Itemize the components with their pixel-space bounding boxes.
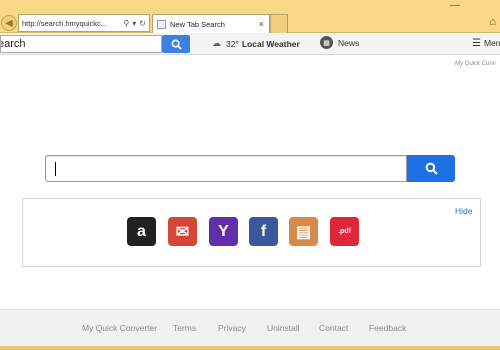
weather-icon: ☁: [212, 38, 221, 48]
footer: My Quick Converter Terms Privacy Uninstall C…: [0, 309, 500, 346]
gmail-app-icon[interactable]: ✉: [168, 217, 197, 246]
weather-label: Local Weather: [241, 38, 300, 49]
search-icon: [425, 162, 438, 175]
hamburger-icon: ☰: [472, 38, 481, 49]
pdf-app-icon[interactable]: .pdf: [330, 217, 359, 246]
footer-link-uninstall[interactable]: Uninstall: [267, 323, 300, 333]
apps-panel: Hide a ✉ Yf ▤ .pdf: [22, 198, 481, 267]
menu-label: Menu: [483, 38, 500, 48]
tab-new-tab-search[interactable]: New Tab Search ×: [152, 14, 270, 33]
footer-link-feedback[interactable]: Feedback: [369, 323, 406, 333]
facebook-app-icon[interactable]: f: [249, 217, 278, 246]
back-arrow-icon: ◀: [5, 17, 13, 29]
news-icon: ▦: [320, 36, 333, 49]
weather-widget[interactable]: ☁ 32° Local Weather: [212, 38, 300, 49]
page-favicon-icon: [157, 19, 166, 29]
text-caret: [55, 162, 56, 176]
page-content: earch ☁ 32° Local Weather ▦ News ☰Menu M…: [0, 33, 500, 346]
tab-title: New Tab Search: [170, 19, 225, 29]
browser-chrome: — ◀ http://search.hmyquickc... ⚲ ▾ ↻ New…: [0, 0, 500, 33]
main-search-input[interactable]: [45, 155, 407, 182]
home-icon[interactable]: ⌂: [489, 16, 496, 28]
address-bar[interactable]: http://search.hmyquickc... ⚲ ▾ ↻: [18, 14, 150, 32]
amazon-app-icon[interactable]: a: [127, 217, 156, 246]
news-label: News: [338, 37, 360, 48]
weather-temp: 32°: [226, 38, 239, 49]
address-text: http://search.hmyquickc...: [22, 18, 108, 28]
dropdown-icon[interactable]: ▾: [132, 19, 136, 28]
top-toolbar: earch ☁ 32° Local Weather ▦ News ☰Menu: [0, 33, 500, 55]
close-tab-icon[interactable]: ×: [259, 19, 264, 29]
bottom-strip: [0, 346, 500, 350]
footer-link-contact[interactable]: Contact: [319, 323, 348, 333]
brand-tagline: My Quick Conv: [455, 61, 496, 67]
back-button[interactable]: ◀: [1, 15, 17, 31]
footer-link-my-quick-converter[interactable]: My Quick Converter: [82, 323, 157, 333]
menu-button[interactable]: ☰Menu: [472, 38, 500, 49]
search-icon: [171, 39, 182, 50]
footer-link-privacy[interactable]: Privacy: [218, 323, 246, 333]
yahoo-app-icon[interactable]: Y: [209, 217, 238, 246]
toolbar-search-input[interactable]: earch: [0, 35, 162, 53]
news-link[interactable]: ▦ News: [320, 36, 359, 49]
refresh-icon[interactable]: ↻: [139, 19, 146, 28]
toolbar-search-button[interactable]: [162, 35, 190, 53]
minimize-button[interactable]: —: [450, 0, 460, 11]
search-icon[interactable]: ⚲: [123, 19, 129, 28]
main-search-button[interactable]: [407, 155, 455, 182]
hide-link[interactable]: Hide: [455, 206, 472, 216]
docs-app-icon[interactable]: ▤: [289, 217, 318, 246]
footer-link-terms[interactable]: Terms: [173, 323, 196, 333]
new-tab-button[interactable]: [270, 14, 288, 33]
